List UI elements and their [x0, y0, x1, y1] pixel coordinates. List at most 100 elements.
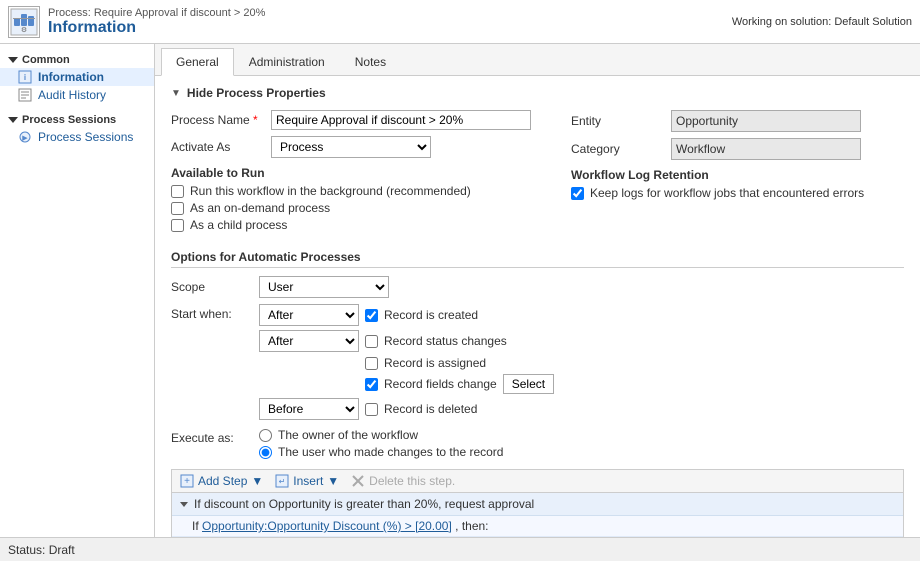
radio-user-row: The user who made changes to the record	[259, 445, 503, 459]
svg-text:▶: ▶	[22, 135, 28, 142]
sidebar-section-common: Common	[0, 50, 154, 68]
sidebar-item-process-sessions[interactable]: ▶ Process Sessions	[0, 128, 154, 146]
category-row: Category Workflow	[571, 138, 904, 160]
execute-row: Execute as: The owner of the workflow Th…	[171, 428, 904, 459]
sidebar-item-information[interactable]: i Information	[0, 68, 154, 86]
checkbox-child-row: As a child process	[171, 218, 531, 232]
checkbox-record-created[interactable]	[365, 309, 378, 322]
form-grid: Process Name Activate As Process	[171, 110, 904, 240]
record-status-label: Record status changes	[384, 334, 507, 348]
add-step-chevron: ▼	[251, 474, 263, 488]
content-area: General Administration Notes ▼ Hide Proc…	[155, 44, 920, 537]
condition-if-label: If	[192, 519, 199, 533]
checkbox-record-deleted[interactable]	[365, 403, 378, 416]
workflow-step-row: If discount on Opportunity is greater th…	[172, 493, 903, 516]
available-to-run-title: Available to Run	[171, 166, 531, 180]
checkbox-background[interactable]	[171, 185, 184, 198]
header-left: ⚙ Process: Require Approval if discount …	[8, 6, 265, 38]
sidebar: Common i Information Audit History Proce…	[0, 44, 155, 537]
record-assigned-label: Record is assigned	[384, 356, 486, 370]
checkbox-record-fields[interactable]	[365, 378, 378, 391]
workflow-log-checkbox[interactable]	[571, 187, 584, 200]
workflow-log-section: Workflow Log Retention Keep logs for wor…	[571, 168, 904, 200]
insert-button[interactable]: ↵ Insert ▼	[275, 474, 339, 488]
process-icon: ⚙	[8, 6, 40, 38]
section-collapse-icon: ▼	[171, 88, 181, 99]
checkbox-on-demand[interactable]	[171, 202, 184, 215]
svg-text:+: +	[184, 476, 190, 487]
tab-notes[interactable]: Notes	[340, 48, 401, 75]
start-option-created: After Record is created	[259, 304, 554, 326]
checkbox-record-status[interactable]	[365, 335, 378, 348]
common-section-label: Common	[22, 54, 70, 66]
main-container: Common i Information Audit History Proce…	[0, 44, 920, 537]
tab-bar: General Administration Notes	[155, 44, 920, 76]
workflow-collapse-icon	[180, 502, 188, 507]
workflow-log-title: Workflow Log Retention	[571, 168, 904, 182]
start-option-status: After Record status changes	[259, 330, 554, 352]
header-title-block: Process: Require Approval if discount > …	[48, 7, 265, 37]
svg-text:⚙: ⚙	[21, 26, 27, 34]
working-on-label: Working on solution: Default Solution	[732, 16, 912, 28]
delete-button[interactable]: Delete this step.	[351, 474, 455, 488]
workflow-condition-row: If Opportunity:Opportunity Discount (%) …	[172, 516, 903, 537]
status-bar: Status: Draft	[0, 537, 920, 561]
condition-then-label: , then:	[455, 519, 488, 533]
add-step-button[interactable]: + Add Step ▼	[180, 474, 263, 488]
form-right: Entity Opportunity Category Workflow Wor…	[571, 110, 904, 240]
radio-user[interactable]	[259, 446, 272, 459]
activate-as-row: Activate As Process	[171, 136, 531, 158]
workflow-step-label: If discount on Opportunity is greater th…	[194, 497, 534, 511]
sidebar-section-process-sessions: Process Sessions	[0, 110, 154, 128]
record-deleted-label: Record is deleted	[384, 402, 477, 416]
delete-label: Delete this step.	[369, 474, 455, 488]
process-name-input[interactable]	[271, 110, 531, 130]
section-hide-process-properties[interactable]: ▼ Hide Process Properties	[171, 86, 904, 100]
add-step-label: Add Step	[198, 474, 247, 488]
select-button[interactable]: Select	[503, 374, 554, 394]
sidebar-item-audit-history[interactable]: Audit History	[0, 86, 154, 104]
sidebar-audit-history-label: Audit History	[38, 88, 106, 102]
radio-owner-row: The owner of the workflow	[259, 428, 503, 442]
radio-owner[interactable]	[259, 429, 272, 442]
start-when-options: After Record is created After Record sta…	[259, 304, 554, 420]
entity-value: Opportunity	[671, 110, 861, 132]
checkbox-on-demand-label: As an on-demand process	[190, 201, 330, 215]
sidebar-process-sessions-label: Process Sessions	[38, 130, 133, 144]
status-label: Status: Draft	[8, 543, 75, 557]
tab-general[interactable]: General	[161, 48, 234, 76]
workflow-log-checkbox-row: Keep logs for workflow jobs that encount…	[571, 186, 904, 200]
start-option-assigned: Record is assigned	[259, 356, 554, 370]
workflow-toolbar: + Add Step ▼ ↵ Insert ▼ Delete this step…	[172, 470, 903, 493]
checkbox-child[interactable]	[171, 219, 184, 232]
section-hide-label: Hide Process Properties	[187, 86, 326, 100]
process-sessions-collapse-icon	[8, 117, 18, 123]
condition-link[interactable]: Opportunity:Opportunity Discount (%) > […	[202, 519, 452, 533]
execute-options: The owner of the workflow The user who m…	[259, 428, 503, 459]
checkbox-child-label: As a child process	[190, 218, 287, 232]
insert-chevron: ▼	[327, 474, 339, 488]
start-when-select-created[interactable]: After	[259, 304, 359, 326]
record-created-label: Record is created	[384, 308, 478, 322]
start-option-deleted: Before Record is deleted	[259, 398, 554, 420]
scope-select[interactable]: User	[259, 276, 389, 298]
options-section: Options for Automatic Processes Scope Us…	[171, 250, 904, 459]
entity-row: Entity Opportunity	[571, 110, 904, 132]
common-collapse-icon	[8, 57, 18, 63]
start-when-select-status[interactable]: After	[259, 330, 359, 352]
svg-text:↵: ↵	[279, 477, 286, 486]
record-fields-label: Record fields change	[384, 377, 497, 391]
sidebar-information-label: Information	[38, 70, 104, 84]
checkbox-group-available: Run this workflow in the background (rec…	[171, 184, 531, 232]
checkbox-record-assigned[interactable]	[365, 357, 378, 370]
tab-administration[interactable]: Administration	[234, 48, 340, 75]
radio-owner-label: The owner of the workflow	[278, 428, 418, 442]
start-when-select-deleted[interactable]: Before	[259, 398, 359, 420]
scope-label: Scope	[171, 280, 251, 294]
category-value: Workflow	[671, 138, 861, 160]
activate-as-select[interactable]: Process	[271, 136, 431, 158]
start-when-row: Start when: After Record is created	[171, 304, 904, 420]
process-name-row: Process Name	[171, 110, 531, 130]
activate-as-label: Activate As	[171, 140, 271, 154]
workflow-section: + Add Step ▼ ↵ Insert ▼ Delete this step…	[171, 469, 904, 537]
